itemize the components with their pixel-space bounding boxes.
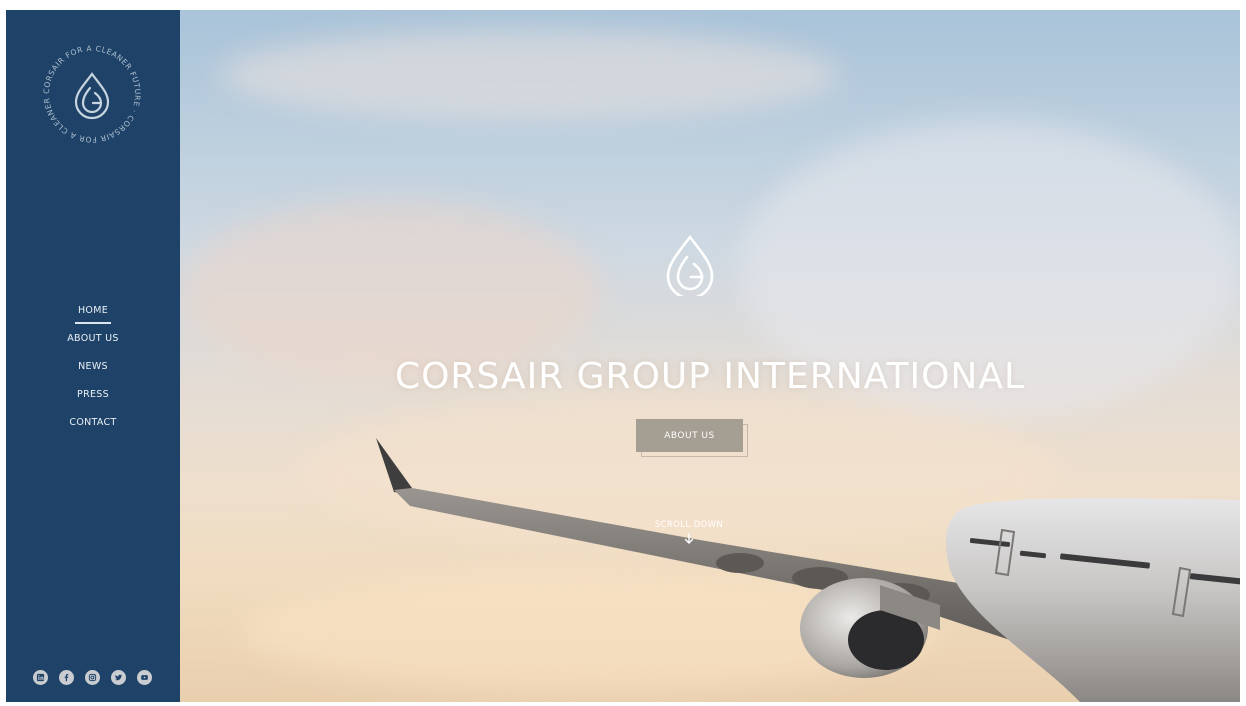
nav-item-contact[interactable]: CONTACT — [69, 417, 116, 445]
active-indicator — [75, 322, 111, 324]
instagram-icon[interactable] — [85, 670, 100, 685]
social-links — [33, 670, 152, 685]
nav-item-news[interactable]: NEWS — [78, 361, 108, 389]
sky-cloud — [220, 30, 840, 120]
sky-cloud — [240, 570, 940, 690]
arrow-down-icon — [684, 533, 694, 544]
sky-cloud — [180, 200, 600, 380]
page-frame: CORSAIR FOR A CLEANER FUTURE · CORSAIR F… — [6, 10, 1240, 702]
linkedin-icon[interactable] — [33, 670, 48, 685]
sidebar: CORSAIR FOR A CLEANER FUTURE · CORSAIR F… — [6, 10, 180, 702]
nav-item-label: HOME — [77, 305, 109, 316]
youtube-icon[interactable] — [137, 670, 152, 685]
droplet-logo-icon — [664, 234, 716, 296]
nav-item-home[interactable]: HOME — [75, 305, 111, 333]
page-title: CORSAIR GROUP INTERNATIONAL — [394, 356, 1026, 398]
twitter-icon[interactable] — [111, 670, 126, 685]
nav-item-label: NEWS — [78, 361, 108, 372]
scroll-down-link[interactable]: SCROLL DOWN — [642, 520, 736, 545]
hero-section: CORSAIR GROUP INTERNATIONAL ABOUT US SCR… — [180, 10, 1240, 702]
main-nav: HOME ABOUT US NEWS PRESS CONTACT — [6, 305, 180, 445]
facebook-icon[interactable] — [59, 670, 74, 685]
nav-item-about-us[interactable]: ABOUT US — [67, 333, 119, 361]
corsair-seal-logo[interactable]: CORSAIR FOR A CLEANER FUTURE · CORSAIR F… — [34, 36, 150, 152]
nav-item-label: ABOUT US — [67, 333, 119, 344]
about-us-button[interactable]: ABOUT US — [636, 419, 743, 452]
scroll-down-label: SCROLL DOWN — [654, 520, 724, 530]
nav-item-label: PRESS — [77, 389, 109, 400]
nav-item-label: CONTACT — [69, 417, 117, 428]
nav-item-press[interactable]: PRESS — [77, 389, 109, 417]
